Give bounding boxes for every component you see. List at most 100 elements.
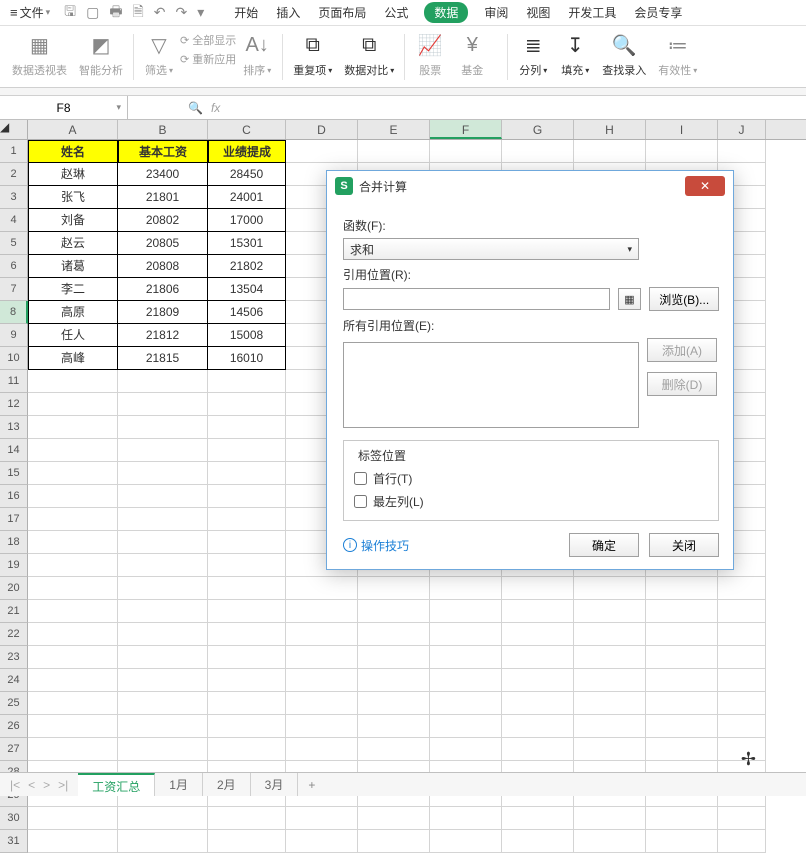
sheet-tab[interactable]: 1月 [155,773,203,796]
cell[interactable]: 21812 [118,324,208,347]
ribbon-tab-3[interactable]: 公式 [382,1,410,24]
cell[interactable] [646,577,718,600]
reference-input[interactable] [343,288,610,310]
column-header[interactable]: J [718,120,766,139]
left-col-checkbox[interactable]: 最左列(L) [354,493,708,510]
nav-prev-icon[interactable]: < [28,778,35,792]
column-header[interactable]: A [28,120,118,139]
cell[interactable]: 20805 [118,232,208,255]
ok-button[interactable]: 确定 [569,533,639,557]
cell[interactable] [28,830,118,853]
cell[interactable] [502,646,574,669]
top-row-checkbox[interactable]: 首行(T) [354,470,708,487]
nav-last-icon[interactable]: >| [58,778,68,792]
row-header[interactable]: 2 [0,163,28,186]
cell[interactable] [208,462,286,485]
cell[interactable] [358,600,430,623]
row-header[interactable]: 6 [0,255,28,278]
cell[interactable] [358,807,430,830]
cell[interactable] [430,830,502,853]
cell[interactable] [118,508,208,531]
data-compare-button[interactable]: ⧉数据对比▾ [338,30,400,78]
show-all-button[interactable]: ⟳全部显示 [180,32,236,48]
cell[interactable] [118,439,208,462]
nav-next-icon[interactable]: > [43,778,50,792]
ribbon-tab-6[interactable]: 视图 [524,1,552,24]
range-picker-button[interactable]: ▦ [618,288,642,310]
column-header[interactable]: D [286,120,358,139]
cell[interactable] [358,669,430,692]
cell[interactable]: 李二 [28,278,118,301]
cell[interactable] [118,554,208,577]
cell[interactable]: 13504 [208,278,286,301]
row-header[interactable]: 31 [0,830,28,853]
cell[interactable] [502,807,574,830]
cell[interactable] [286,692,358,715]
cell[interactable] [28,462,118,485]
ribbon-tab-1[interactable]: 插入 [274,1,302,24]
name-box[interactable]: ▾ [0,96,128,119]
cell[interactable] [118,807,208,830]
cell[interactable] [358,623,430,646]
cell[interactable] [286,738,358,761]
cell[interactable] [286,623,358,646]
cell[interactable] [430,577,502,600]
cell[interactable] [574,646,646,669]
row-header[interactable]: 3 [0,186,28,209]
cell[interactable] [286,830,358,853]
cell[interactable] [28,807,118,830]
cell[interactable] [646,807,718,830]
cell[interactable] [646,646,718,669]
cell[interactable]: 刘备 [28,209,118,232]
cell[interactable] [502,600,574,623]
cell[interactable] [718,623,766,646]
cell[interactable]: 基本工资 [118,140,208,163]
cell[interactable]: 21806 [118,278,208,301]
cell[interactable] [208,738,286,761]
column-header[interactable]: E [358,120,430,139]
cell[interactable]: 诸葛 [28,255,118,278]
cell[interactable] [208,531,286,554]
cell[interactable] [358,738,430,761]
cell[interactable]: 高原 [28,301,118,324]
cell[interactable] [118,370,208,393]
cell[interactable] [28,669,118,692]
cell[interactable] [118,692,208,715]
column-header[interactable]: G [502,120,574,139]
cell[interactable]: 15008 [208,324,286,347]
fx-icon[interactable]: fx [211,101,220,115]
cell[interactable] [28,692,118,715]
row-header[interactable]: 19 [0,554,28,577]
cell[interactable] [208,370,286,393]
cell[interactable]: 21801 [118,186,208,209]
cell[interactable] [28,439,118,462]
cell[interactable] [28,554,118,577]
nav-first-icon[interactable]: |< [10,778,20,792]
cell[interactable]: 任人 [28,324,118,347]
cell[interactable]: 赵云 [28,232,118,255]
cell[interactable] [430,807,502,830]
cell[interactable] [118,600,208,623]
cell[interactable] [286,807,358,830]
cell[interactable]: 张飞 [28,186,118,209]
row-header[interactable]: 26 [0,715,28,738]
cell[interactable] [118,416,208,439]
cell[interactable]: 高峰 [28,347,118,370]
cell[interactable] [646,738,718,761]
preview-icon[interactable]: 🗎 [133,1,144,25]
sheet-tab[interactable]: 3月 [251,773,299,796]
cell[interactable]: 14506 [208,301,286,324]
cell[interactable] [718,577,766,600]
cell[interactable] [718,807,766,830]
undo-icon[interactable]: ↶ [154,4,166,21]
cell[interactable] [574,577,646,600]
file-menu[interactable]: ≡ 文件 ▾ [4,4,56,21]
new-icon[interactable]: ▢ [86,4,99,21]
cell[interactable]: 业绩提成 [208,140,286,163]
filter-button[interactable]: ▽筛选▾ [138,30,180,78]
cell[interactable] [430,646,502,669]
row-header[interactable]: 11 [0,370,28,393]
sheet-tab[interactable]: 工资汇总 [78,773,155,796]
row-header[interactable]: 1 [0,140,28,163]
cell[interactable] [208,439,286,462]
